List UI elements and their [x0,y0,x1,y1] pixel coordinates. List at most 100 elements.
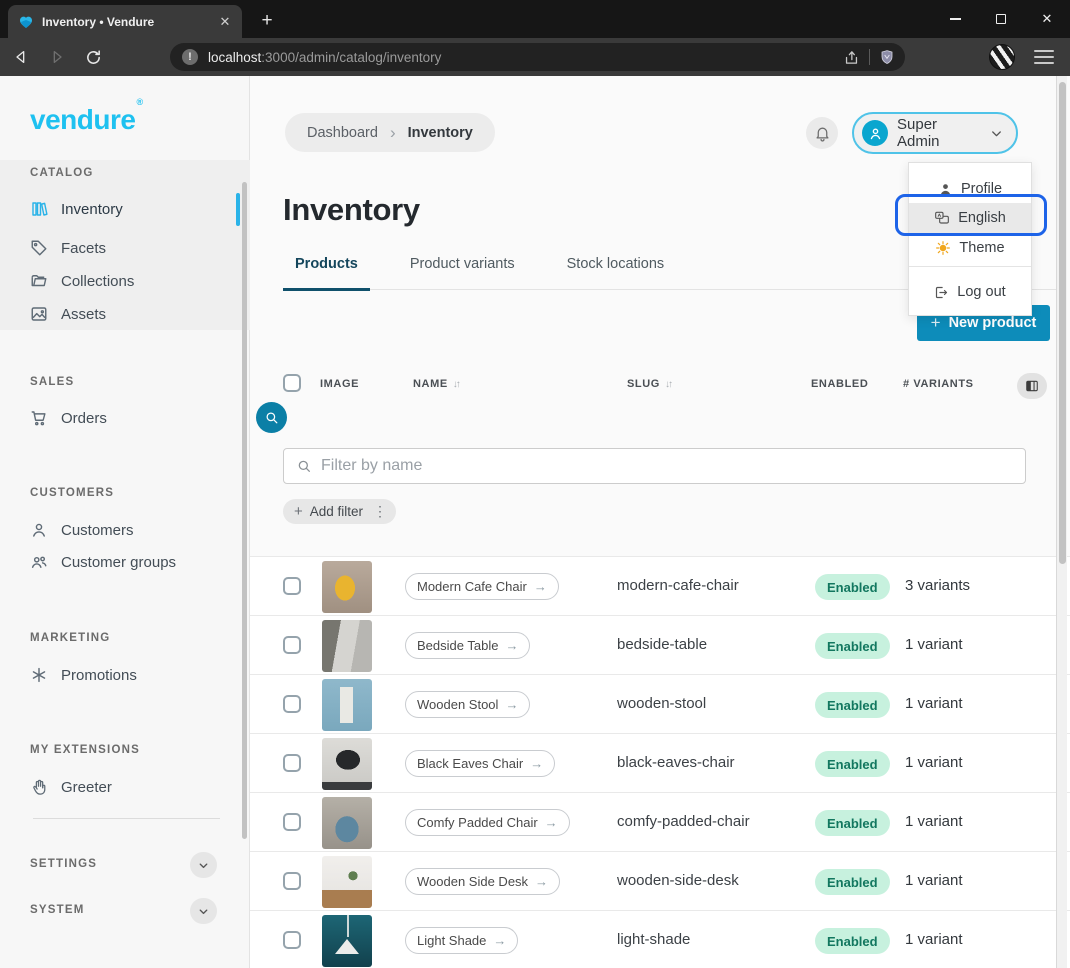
notifications-button[interactable] [806,117,838,149]
breadcrumb-current: Inventory [408,125,473,141]
browser-menu-icon[interactable] [1034,47,1054,67]
share-icon[interactable] [843,49,860,66]
status-badge: Enabled [815,928,890,954]
search-fab-button[interactable] [256,402,287,433]
tab-product-variants[interactable]: Product variants [398,256,527,290]
status-badge: Enabled [815,633,890,659]
kebab-menu-icon[interactable]: ⋮ [370,503,387,520]
sidebar-item-orders[interactable]: Orders [0,402,236,434]
product-thumbnail [322,738,372,790]
table-row: Wooden Side Desk→ wooden-side-desk Enabl… [250,851,1070,910]
menu-item-language[interactable]: English [909,203,1031,233]
status-badge: Enabled [815,869,890,895]
arrow-right-icon: → [545,815,558,830]
arrow-right-icon: → [505,697,518,712]
url-bar[interactable]: ! localhost:3000/admin/catalog/inventory [170,43,905,71]
product-name-chip[interactable]: Bedside Table→ [405,632,530,659]
column-header-name[interactable]: NAME↓↑ [413,378,459,390]
arrow-right-icon: → [493,933,506,948]
vendure-admin-app: vendure® CATALOG Inventory Facets Collec… [0,76,1070,968]
vendure-logo[interactable]: vendure® [30,104,142,136]
sidebar-item-assets[interactable]: Assets [0,298,236,330]
column-header-slug[interactable]: SLUG↓↑ [627,378,671,390]
product-name-chip[interactable]: Light Shade→ [405,927,518,954]
sidebar-item-label: Customer groups [61,554,176,571]
sidebar-section-system[interactable]: SYSTEM [0,898,250,924]
product-name-chip[interactable]: Wooden Stool→ [405,691,530,718]
bell-icon [814,125,831,142]
row-checkbox[interactable] [283,636,301,654]
reload-button[interactable] [78,43,108,71]
tab-close-icon[interactable]: ✕ [216,13,234,31]
sidebar-item-label: Collections [61,273,134,290]
product-name-chip[interactable]: Wooden Side Desk→ [405,868,560,895]
breadcrumb-dashboard-link[interactable]: Dashboard [307,125,378,141]
product-name-chip[interactable]: Modern Cafe Chair→ [405,573,559,600]
column-header-variants: # VARIANTS [903,378,974,390]
back-icon [13,49,29,65]
sidebar-item-promotions[interactable]: Promotions [0,659,236,691]
tab-stock-locations[interactable]: Stock locations [555,256,677,290]
product-slug: bedside-table [617,636,707,653]
image-icon [30,305,48,323]
variant-count: 1 variant [905,695,963,712]
brave-shield-icon[interactable] [879,49,895,65]
sidebar-section-settings[interactable]: SETTINGS [0,852,250,878]
user-icon [30,521,48,539]
new-tab-button[interactable]: + [255,9,279,33]
chevron-down-icon [989,126,1004,141]
close-button[interactable]: ✕ [1024,0,1070,38]
product-slug: black-eaves-chair [617,754,735,771]
system-expand-button[interactable] [190,898,217,924]
books-icon [30,200,48,218]
status-badge: Enabled [815,692,890,718]
row-checkbox[interactable] [283,577,301,595]
select-all-checkbox[interactable] [283,374,301,392]
user-menu-button[interactable]: Super Admin [852,112,1018,154]
sidebar-item-facets[interactable]: Facets [0,232,236,264]
site-info-icon[interactable]: ! [182,49,198,65]
page-scrollbar-thumb[interactable] [1059,82,1066,564]
add-filter-button[interactable]: + Add filter ⋮ [283,499,396,524]
row-checkbox[interactable] [283,872,301,890]
sidebar-item-inventory[interactable]: Inventory [0,193,236,225]
browser-tab[interactable]: Inventory • Vendure ✕ [8,5,242,38]
browser-profile-avatar[interactable] [989,44,1015,70]
user-icon [868,126,883,141]
minimize-button[interactable] [932,0,978,38]
product-thumbnail [322,620,372,672]
table-header: IMAGE NAME↓↑ SLUG↓↑ ENABLED # VARIANTS [250,368,1070,402]
users-icon [30,553,48,571]
sidebar-item-greeter[interactable]: Greeter [0,771,236,803]
cart-icon [30,409,48,427]
sidebar-item-collections[interactable]: Collections [0,265,236,297]
sidebar-item-customers[interactable]: Customers [0,514,236,546]
sidebar-scrollbar-thumb[interactable] [242,182,247,839]
row-checkbox[interactable] [283,695,301,713]
row-checkbox[interactable] [283,931,301,949]
column-settings-button[interactable] [1017,373,1047,399]
section-label-my-extensions: MY EXTENSIONS [30,744,140,756]
product-thumbnail [322,915,372,967]
product-name-chip[interactable]: Black Eaves Chair→ [405,750,555,777]
sidebar-item-label: Assets [61,306,106,323]
sidebar-item-label: Greeter [61,779,112,796]
menu-item-logout[interactable]: Log out [909,277,1031,307]
back-button[interactable] [6,43,36,71]
row-checkbox[interactable] [283,754,301,772]
row-checkbox[interactable] [283,813,301,831]
filter-input-wrapper [283,448,1026,484]
menu-item-profile[interactable]: Profile [909,175,1031,203]
sidebar-item-customer-groups[interactable]: Customer groups [0,546,236,578]
forward-button[interactable] [42,43,72,71]
page-scrollbar [1056,76,1067,968]
section-label-customers: CUSTOMERS [30,487,114,499]
maximize-button[interactable] [978,0,1024,38]
filter-by-name-input[interactable] [321,457,1013,475]
product-name-chip[interactable]: Comfy Padded Chair→ [405,809,570,836]
menu-item-theme[interactable]: Theme [909,233,1031,263]
sidebar-section-catalog: CATALOG Inventory Facets Collections Ass… [0,160,250,330]
tag-icon [30,239,48,257]
settings-expand-button[interactable] [190,852,217,878]
tab-products[interactable]: Products [283,256,370,290]
